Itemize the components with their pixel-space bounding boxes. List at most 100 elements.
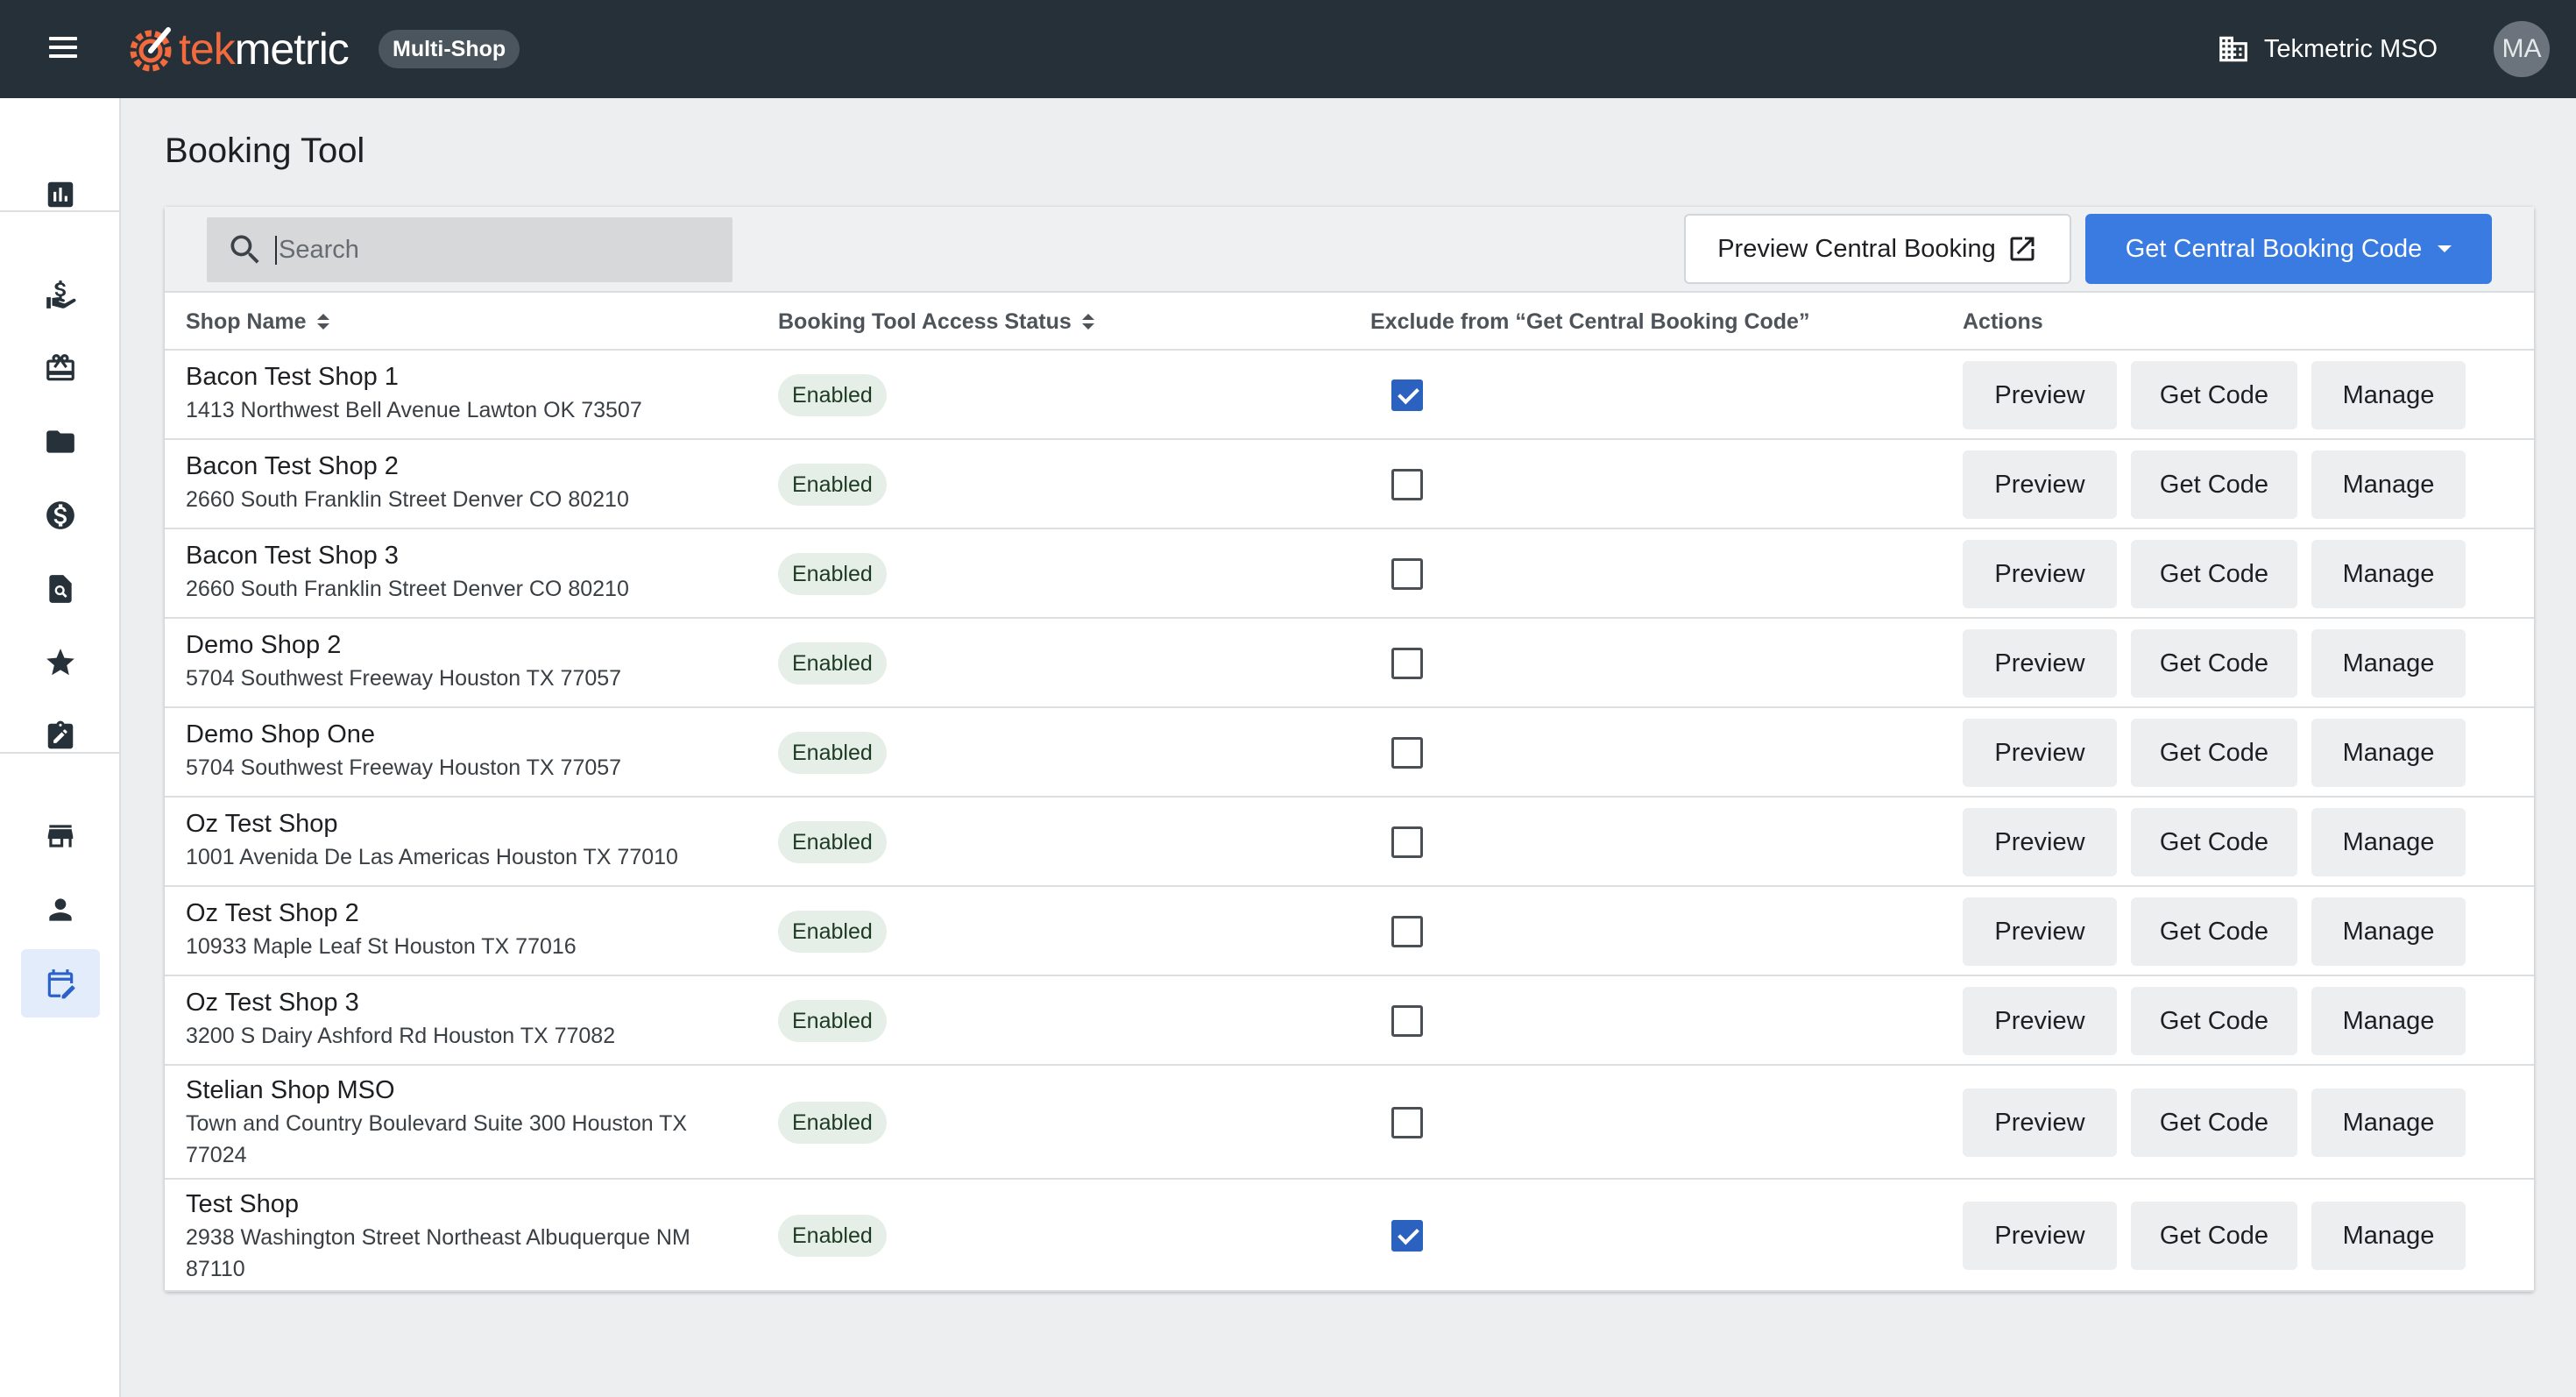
sidebar-divider [0,752,119,754]
get-code-button[interactable]: Get Code [2131,361,2297,429]
exclude-checkbox[interactable] [1391,558,1423,590]
sidebar-item-billing[interactable] [21,481,100,550]
shop-address: 5704 Southwest Freeway Houston TX 77057 [186,666,622,691]
preview-button[interactable]: Preview [1963,987,2117,1055]
get-code-button[interactable]: Get Code [2131,808,2297,876]
exclude-checkbox[interactable] [1391,469,1423,500]
get-code-button[interactable]: Get Code [2131,987,2297,1055]
shop-name: Bacon Test Shop 1 [186,363,399,391]
manage-button[interactable]: Manage [2311,450,2466,519]
preview-button[interactable]: Preview [1963,361,2117,429]
get-code-button[interactable]: Get Code [2131,540,2297,608]
star-icon [46,649,74,676]
sidebar-item-users[interactable] [21,876,100,944]
get-central-booking-code-button[interactable]: Get Central Booking Code [2085,214,2492,284]
shop-name: Oz Test Shop 2 [186,899,359,927]
open-in-new-icon [2010,237,2035,261]
status-badge: Enabled [778,374,887,416]
status-badge: Enabled [778,911,887,953]
exclude-checkbox[interactable] [1391,1005,1423,1037]
sidebar-item-shops[interactable] [21,802,100,870]
status-badge: Enabled [778,821,887,863]
get-central-booking-code-label: Get Central Booking Code [2125,234,2423,263]
preview-button[interactable]: Preview [1963,1089,2117,1157]
manage-button[interactable]: Manage [2311,540,2466,608]
column-header-label: Booking Tool Access Status [778,309,1072,334]
organization-name: Tekmetric MSO [2263,34,2438,63]
logo-text: tekmetric [179,25,350,74]
organization-switcher[interactable]: Tekmetric MSO [2217,26,2438,72]
preview-central-booking-button[interactable]: Preview Central Booking [1684,214,2071,284]
exclude-checkbox[interactable] [1391,737,1423,769]
preview-button[interactable]: Preview [1963,808,2117,876]
preview-button[interactable]: Preview [1963,719,2117,787]
exclude-checkbox[interactable] [1391,1107,1423,1138]
shop-name: Demo Shop One [186,720,376,748]
sidebar-item-files[interactable] [21,408,100,476]
shop-name: Oz Test Shop [186,810,338,838]
status-badge: Enabled [778,642,887,684]
sidebar-item-reports[interactable] [21,160,100,229]
gift-card-icon [46,354,74,381]
column-header-shop-name[interactable]: Shop Name [186,293,329,351]
page-title: Booking Tool [165,131,365,170]
preview-button[interactable]: Preview [1963,629,2117,698]
manage-button[interactable]: Manage [2311,897,2466,966]
manage-button[interactable]: Manage [2311,1202,2466,1270]
shop-address: 3200 S Dairy Ashford Rd Houston TX 77082 [186,1024,616,1048]
get-code-button[interactable]: Get Code [2131,719,2297,787]
manage-button[interactable]: Manage [2311,629,2466,698]
table-row: Oz Test Shop 3 3200 S Dairy Ashford Rd Ho… [165,976,2534,1066]
search-box[interactable] [207,217,732,282]
sidebar-item-payments[interactable] [21,260,100,329]
manage-button[interactable]: Manage [2311,719,2466,787]
get-code-button[interactable]: Get Code [2131,629,2297,698]
preview-central-booking-label: Preview Central Booking [1717,234,1996,263]
preview-button[interactable]: Preview [1963,897,2117,966]
manage-button[interactable]: Manage [2311,808,2466,876]
exclude-checkbox[interactable] [1391,379,1423,411]
status-badge: Enabled [778,1215,887,1257]
sidebar-item-gift-cards[interactable] [21,334,100,402]
clipboard-edit-icon [47,720,74,749]
get-code-button[interactable]: Get Code [2131,897,2297,966]
calendar-edit-icon [47,969,75,999]
table-row: Bacon Test Shop 1 1413 Northwest Bell Ave… [165,351,2534,440]
manage-button[interactable]: Manage [2311,987,2466,1055]
column-header-label: Exclude from “Get Central Booking Code” [1370,309,1810,334]
exclude-checkbox[interactable] [1391,916,1423,947]
manage-button[interactable]: Manage [2311,361,2466,429]
sidebar-item-reviews[interactable] [21,628,100,697]
exclude-checkbox[interactable] [1391,648,1423,679]
preview-button[interactable]: Preview [1963,1202,2117,1270]
shop-name: Test Shop [186,1190,299,1218]
folder-icon [46,430,74,453]
get-code-button[interactable]: Get Code [2131,1089,2297,1157]
card-toolbar: Preview Central Booking Get Central Book… [165,207,2534,293]
sidebar-item-tasks[interactable] [21,702,100,770]
top-app-bar: tekmetric Multi-Shop Tekmetric MSO MA [0,0,2576,98]
preview-button[interactable]: Preview [1963,450,2117,519]
preview-button[interactable]: Preview [1963,540,2117,608]
column-header-status[interactable]: Booking Tool Access Status [778,293,1094,351]
table-row: Demo Shop 2 5704 Southwest Freeway Housto… [165,619,2534,708]
exclude-checkbox[interactable] [1391,1220,1423,1252]
hamburger-menu-icon[interactable] [44,32,82,67]
status-badge: Enabled [778,464,887,506]
sidebar-item-booking-tool[interactable] [21,949,100,1018]
building-icon [2219,36,2247,62]
user-avatar[interactable]: MA [2494,21,2550,77]
exclude-checkbox[interactable] [1391,826,1423,858]
shop-name: Demo Shop 2 [186,631,342,659]
tekmetric-logo[interactable]: tekmetric [124,23,350,75]
manage-button[interactable]: Manage [2311,1089,2466,1157]
search-input[interactable] [275,235,696,265]
get-code-button[interactable]: Get Code [2131,450,2297,519]
dropdown-caret-icon [2438,245,2452,252]
sidebar-divider [0,210,119,212]
column-header-label: Shop Name [186,309,307,334]
sidebar-item-inspections[interactable] [21,555,100,623]
table-row: Demo Shop One 5704 Southwest Freeway Hous… [165,708,2534,798]
person-icon [49,898,72,921]
get-code-button[interactable]: Get Code [2131,1202,2297,1270]
